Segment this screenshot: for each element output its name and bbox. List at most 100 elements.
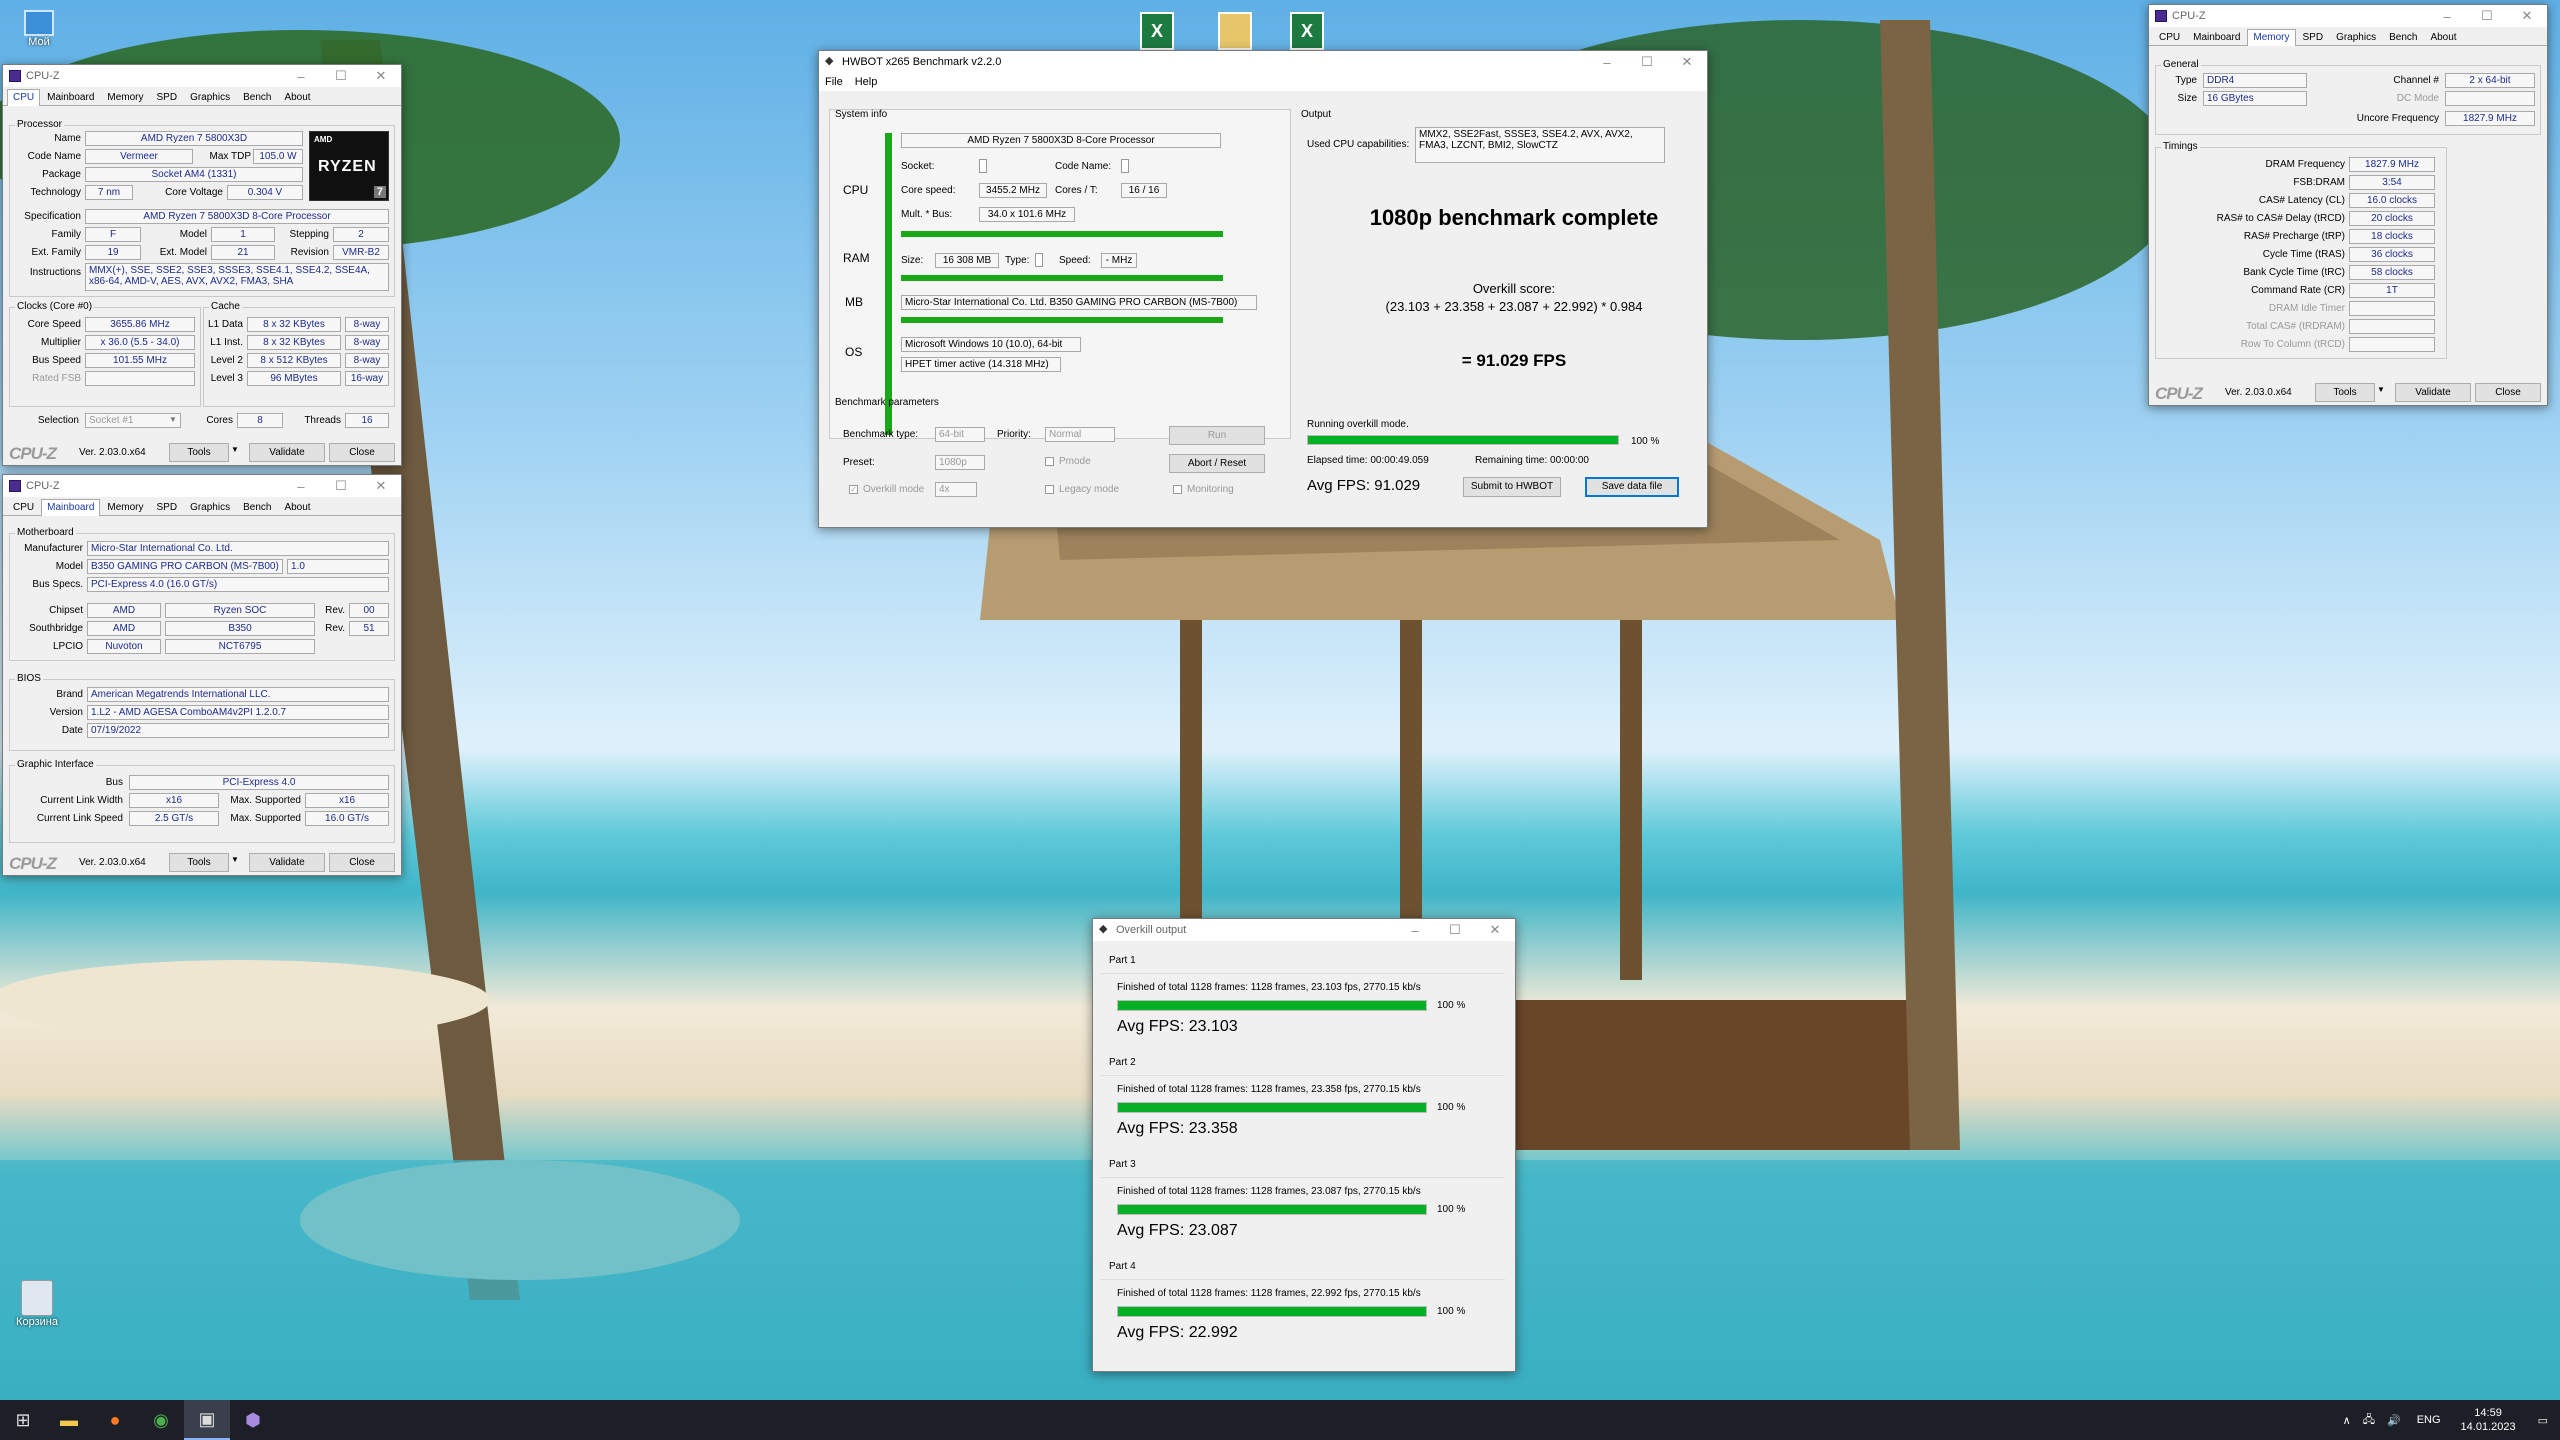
taskbar-explorer[interactable]: ▬	[46, 1400, 92, 1440]
cpu-name-field: AMD Ryzen 7 5800X3D	[85, 131, 303, 146]
tab-graphics[interactable]: Graphics	[2330, 29, 2382, 45]
tab-graphics[interactable]: Graphics	[184, 499, 236, 515]
tools-dropdown-icon[interactable]: ▼	[231, 855, 239, 864]
minimize-button[interactable]: –	[1587, 51, 1627, 73]
title-bar[interactable]: ◆ Overkill output – ☐ ✕	[1093, 919, 1515, 941]
language-indicator[interactable]: ENG	[2407, 1414, 2451, 1426]
preset-select[interactable]: 1080p	[935, 455, 985, 470]
tools-button[interactable]: Tools	[169, 443, 229, 462]
taskbar-cpuz[interactable]: ⬢	[230, 1400, 276, 1440]
title-bar[interactable]: CPU-Z – ☐ ✕	[3, 65, 401, 87]
desktop-icon-excel-2[interactable]: X	[1290, 12, 1324, 50]
close-app-button[interactable]: Close	[329, 853, 395, 872]
group-label: BIOS	[15, 673, 43, 684]
tab-cpu[interactable]: CPU	[7, 89, 41, 106]
maximize-button[interactable]: ☐	[1435, 919, 1475, 941]
tab-about[interactable]: About	[278, 499, 316, 515]
tab-bench[interactable]: Bench	[237, 89, 277, 105]
system-info-heading: System info	[835, 109, 888, 120]
notification-icon[interactable]: ▭	[2526, 1414, 2560, 1427]
desktop-icon-computer[interactable]: Мой	[4, 10, 74, 48]
tab-spd[interactable]: SPD	[151, 89, 184, 105]
network-icon[interactable]: 🖧	[2357, 1411, 2381, 1430]
menu-file[interactable]: File	[819, 76, 849, 88]
progress-fill	[1118, 1001, 1426, 1010]
benchmark-params-heading: Benchmark parameters	[835, 397, 939, 408]
title-bar[interactable]: CPU-Z – ☐ ✕	[2149, 5, 2547, 27]
desktop-icon-excel-1[interactable]: X	[1140, 12, 1174, 50]
close-button[interactable]: ✕	[361, 65, 401, 87]
label: Date	[61, 725, 83, 736]
priority-select[interactable]: Normal	[1045, 427, 1115, 442]
close-button[interactable]: ✕	[2507, 5, 2547, 27]
tab-memory[interactable]: Memory	[101, 89, 149, 105]
maximize-button[interactable]: ☐	[321, 65, 361, 87]
title-bar[interactable]: ◆ HWBOT x265 Benchmark v2.2.0 – ☐ ✕	[819, 51, 1707, 73]
tools-button[interactable]: Tools	[2315, 383, 2375, 402]
menu-help[interactable]: Help	[849, 76, 884, 88]
system-tray: ∧ 🖧 🔊 ENG 14:59 14.01.2023 ▭	[2337, 1400, 2560, 1440]
tab-bench[interactable]: Bench	[237, 499, 277, 515]
running-status: Running overkill mode.	[1307, 419, 1409, 430]
overkill-checkbox[interactable]: ✓	[849, 485, 858, 494]
cpuz-brand: CPU-Z	[9, 444, 57, 463]
submit-hwbot-button[interactable]: Submit to HWBOT	[1463, 477, 1561, 497]
tab-mainboard[interactable]: Mainboard	[41, 89, 100, 105]
tab-spd[interactable]: SPD	[151, 499, 184, 515]
minimize-button[interactable]: –	[281, 65, 321, 87]
close-button[interactable]: ✕	[1475, 919, 1515, 941]
tray-chevron-icon[interactable]: ∧	[2337, 1414, 2357, 1427]
validate-button[interactable]: Validate	[249, 443, 325, 462]
close-button[interactable]: ✕	[361, 475, 401, 497]
pmode-checkbox[interactable]	[1045, 457, 1054, 466]
validate-button[interactable]: Validate	[249, 853, 325, 872]
maximize-button[interactable]: ☐	[2467, 5, 2507, 27]
max-tdp-field: 105.0 W	[253, 149, 303, 164]
tab-mainboard[interactable]: Mainboard	[2187, 29, 2246, 45]
minimize-button[interactable]: –	[281, 475, 321, 497]
tab-memory[interactable]: Memory	[2247, 29, 2296, 46]
benchmark-type-select[interactable]: 64-bit	[935, 427, 985, 442]
tab-cpu[interactable]: CPU	[7, 499, 40, 515]
abort-reset-button[interactable]: Abort / Reset	[1169, 454, 1265, 473]
close-app-button[interactable]: Close	[2475, 383, 2541, 402]
run-button[interactable]: Run	[1169, 426, 1265, 445]
minimize-button[interactable]: –	[2427, 5, 2467, 27]
tab-spd[interactable]: SPD	[2297, 29, 2330, 45]
volume-icon[interactable]: 🔊	[2381, 1414, 2407, 1427]
taskbar-chrome[interactable]: ◉	[138, 1400, 184, 1440]
desktop-icon-recycle-bin[interactable]: Корзина	[2, 1280, 72, 1328]
legacy-checkbox[interactable]	[1045, 485, 1054, 494]
label: Cores	[206, 415, 233, 426]
cas-latency-field: 16.0 clocks	[2349, 193, 2435, 208]
overkill-select[interactable]: 4x	[935, 482, 977, 497]
tab-about[interactable]: About	[2424, 29, 2462, 45]
tab-cpu[interactable]: CPU	[2153, 29, 2186, 45]
desktop-icon-archive[interactable]	[1218, 12, 1252, 50]
save-data-file-button[interactable]: Save data file	[1585, 477, 1679, 497]
clock[interactable]: 14:59 14.01.2023	[2451, 1406, 2526, 1434]
taskbar-hwbot[interactable]: ▣	[184, 1400, 230, 1440]
tools-dropdown-icon[interactable]: ▼	[2377, 385, 2385, 394]
tab-memory[interactable]: Memory	[101, 499, 149, 515]
tab-bench[interactable]: Bench	[2383, 29, 2423, 45]
minimize-button[interactable]: –	[1395, 919, 1435, 941]
title-bar[interactable]: CPU-Z – ☐ ✕	[3, 475, 401, 497]
label: Current Link Speed	[36, 813, 123, 824]
maximize-button[interactable]: ☐	[321, 475, 361, 497]
socket-select[interactable]: Socket #1	[85, 413, 181, 428]
close-app-button[interactable]: Close	[329, 443, 395, 462]
excel-icon: X	[1300, 21, 1313, 41]
tab-graphics[interactable]: Graphics	[184, 89, 236, 105]
tab-mainboard[interactable]: Mainboard	[41, 499, 101, 516]
start-button[interactable]: ⊞	[0, 1400, 46, 1440]
tools-button[interactable]: Tools	[169, 853, 229, 872]
tab-about[interactable]: About	[278, 89, 316, 105]
tools-dropdown-icon[interactable]: ▼	[231, 445, 239, 454]
validate-button[interactable]: Validate	[2395, 383, 2471, 402]
monitoring-checkbox[interactable]	[1173, 485, 1182, 494]
close-button[interactable]: ✕	[1667, 51, 1707, 73]
maximize-button[interactable]: ☐	[1627, 51, 1667, 73]
window-title: CPU-Z	[2172, 10, 2206, 22]
taskbar-firefox[interactable]: ●	[92, 1400, 138, 1440]
